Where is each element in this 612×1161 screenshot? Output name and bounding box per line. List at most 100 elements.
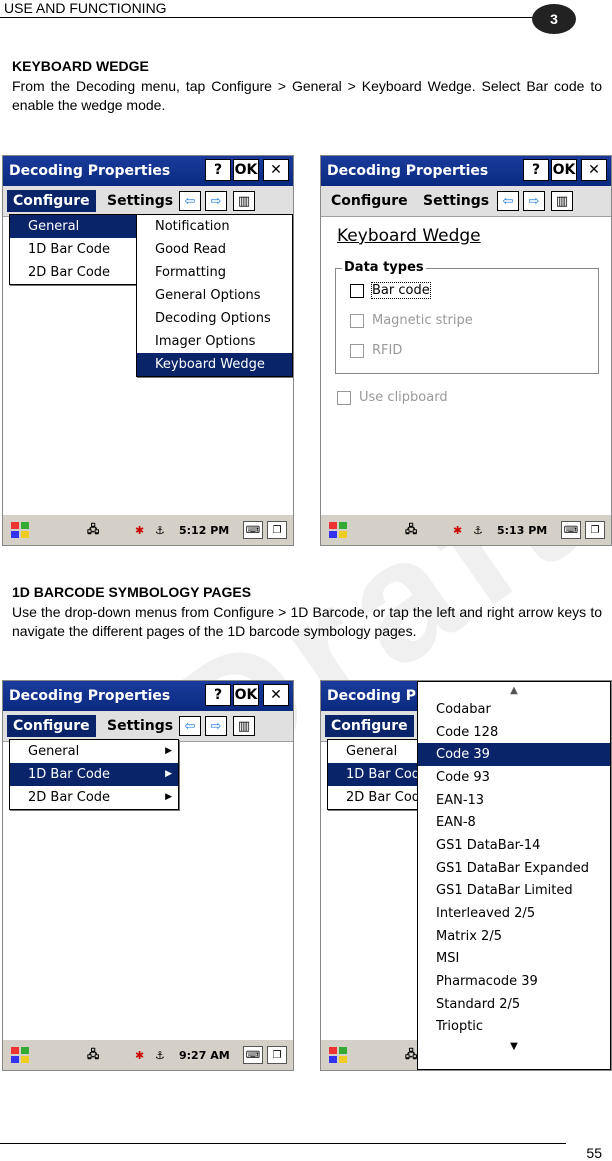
symbology-list: ▲ Codabar Code 128 Code 39 Code 93 EAN-13 EAN… — [417, 681, 611, 1070]
menu-item-keyboard-wedge[interactable]: Keyboard Wedge — [137, 353, 292, 376]
checkbox-rfid[interactable]: RFID — [350, 343, 402, 358]
page-heading: Keyboard Wedge — [337, 226, 481, 246]
checkbox-label: Use clipboard — [359, 390, 448, 405]
menu-item-general[interactable]: General — [10, 215, 138, 238]
symbology-item[interactable]: Code 93 — [418, 766, 610, 789]
symbology-item[interactable]: GS1 DataBar-14 — [418, 834, 610, 857]
network-icon: 🖧 — [87, 522, 100, 536]
checkbox-box[interactable] — [337, 390, 351, 405]
symbology-item[interactable]: Matrix 2/5 — [418, 925, 610, 948]
symbology-item[interactable]: GS1 DataBar Limited — [418, 880, 610, 903]
help-button[interactable]: ? — [205, 684, 231, 706]
input-panel-icon[interactable]: ⌨ — [243, 1046, 263, 1064]
windows-start-icon[interactable] — [327, 1044, 349, 1066]
symbology-item[interactable]: Code 39 — [418, 743, 610, 767]
clock-text[interactable]: 9:27 AM — [179, 1045, 230, 1065]
right-arrow-icon[interactable]: ⇨ — [205, 191, 227, 211]
close-button[interactable]: ✕ — [263, 684, 289, 706]
symbology-item[interactable]: Codabar — [418, 698, 610, 721]
window-title: Decoding Properties — [9, 688, 171, 704]
group-label: Data types — [342, 260, 426, 275]
checkbox-bar-code[interactable]: Bar code — [350, 282, 431, 299]
screen-configure-general-menu: Decoding Properties ? OK ✕ Configure Set… — [2, 155, 294, 546]
left-arrow-icon[interactable]: ⇦ — [497, 191, 519, 211]
configure-dropdown: General ▶ 1D Bar Code ▶ 2D Bar Code ▶ — [9, 739, 179, 810]
data-types-group: Data types Bar code Magnetic stripe RFID — [335, 260, 599, 374]
close-button[interactable]: ✕ — [581, 159, 607, 181]
menu-settings[interactable]: Settings — [101, 190, 179, 212]
menu-configure[interactable]: Configure — [325, 190, 414, 212]
menu-bar: Configure Settings ⇦ ⇨ ▥ — [321, 186, 611, 217]
menu-item-2d-bar-code[interactable]: 2D Bar Code ▶ — [10, 786, 178, 809]
configure-dropdown: General 1D Bar Code 2D Bar Code — [9, 214, 139, 285]
menu-item-good-read[interactable]: Good Read — [137, 238, 292, 261]
left-arrow-icon[interactable]: ⇦ — [179, 716, 201, 736]
clock-text[interactable]: 5:12 PM — [179, 520, 229, 540]
section-title-1d-barcode: 1D BARCODE SYMBOLOGY PAGES — [12, 584, 252, 600]
symbology-item[interactable]: Code 128 — [418, 721, 610, 744]
menu-item-1d-bar-code[interactable]: 1D Bar Code — [10, 238, 138, 261]
symbology-item[interactable]: EAN-8 — [418, 811, 610, 834]
input-panel-icon[interactable]: ⌨ — [561, 521, 581, 539]
symbology-item[interactable]: MSI — [418, 948, 610, 971]
window-switch-icon[interactable]: ❐ — [267, 1046, 287, 1064]
menu-bar: Configure Settings ⇦ ⇨ ▥ — [3, 186, 293, 217]
menu-configure[interactable]: Configure — [325, 715, 414, 737]
symbology-item[interactable]: Pharmacode 39 — [418, 970, 610, 993]
ok-button[interactable]: OK — [551, 159, 577, 181]
bluetooth-icon: ✱ — [135, 523, 145, 537]
close-button[interactable]: ✕ — [263, 159, 289, 181]
window-switch-icon[interactable]: ❐ — [267, 521, 287, 539]
checkbox-box[interactable] — [350, 343, 364, 358]
help-button[interactable]: ? — [205, 159, 231, 181]
ok-button[interactable]: OK — [233, 159, 259, 181]
right-arrow-icon[interactable]: ⇨ — [523, 191, 545, 211]
clock-text[interactable]: 5:13 PM — [497, 520, 547, 540]
menu-item-imager-options[interactable]: Imager Options — [137, 330, 292, 353]
menu-item-general-options[interactable]: General Options — [137, 284, 292, 307]
right-arrow-icon[interactable]: ⇨ — [205, 716, 227, 736]
keyboard-icon[interactable]: ▥ — [233, 191, 255, 211]
screen-1d-symbology-list: Decoding Pro Configure General 1D Bar Co… — [320, 680, 612, 1071]
menu-settings[interactable]: Settings — [417, 190, 495, 212]
windows-start-icon[interactable] — [327, 519, 349, 541]
keyboard-icon[interactable]: ▥ — [551, 191, 573, 211]
checkbox-use-clipboard[interactable]: Use clipboard — [337, 390, 448, 405]
menu-item-decoding-options[interactable]: Decoding Options — [137, 307, 292, 330]
menu-settings[interactable]: Settings — [101, 715, 179, 737]
scroll-down-icon[interactable]: ▼ — [418, 1038, 610, 1054]
keyboard-icon[interactable]: ▥ — [233, 716, 255, 736]
symbology-item[interactable]: EAN-13 — [418, 789, 610, 812]
window-switch-icon[interactable]: ❐ — [585, 521, 605, 539]
screen-keyboard-wedge: Decoding Properties ? OK ✕ Configure Set… — [320, 155, 612, 546]
symbology-item[interactable]: Interleaved 2/5 — [418, 902, 610, 925]
input-panel-icon[interactable]: ⌨ — [243, 521, 263, 539]
left-arrow-icon[interactable]: ⇦ — [179, 191, 201, 211]
taskbar: 🖧 ✱ ⚓ 9:27 AM ⌨ ❐ — [3, 1039, 293, 1070]
symbology-item[interactable]: Trioptic — [418, 1016, 610, 1039]
network-icon: 🖧 — [87, 1047, 100, 1061]
submenu-arrow-icon: ▶ — [165, 792, 172, 802]
menu-item-1d-bar-code[interactable]: 1D Bar Code ▶ — [10, 763, 178, 786]
scroll-up-icon[interactable]: ▲ — [418, 682, 610, 698]
chapter-badge: 3 — [532, 4, 576, 34]
menu-configure[interactable]: Configure — [7, 715, 96, 737]
menu-configure[interactable]: Configure — [7, 190, 96, 212]
submenu-arrow-icon: ▶ — [165, 769, 172, 779]
symbology-item[interactable]: GS1 DataBar Expanded — [418, 857, 610, 880]
windows-start-icon[interactable] — [9, 519, 31, 541]
menu-item-2d-bar-code[interactable]: 2D Bar Code — [10, 261, 138, 284]
menu-item-general[interactable]: General ▶ — [10, 740, 178, 763]
ok-button[interactable]: OK — [233, 684, 259, 706]
checkbox-box[interactable] — [350, 283, 364, 298]
header-title: USE AND FUNCTIONING — [4, 0, 167, 16]
symbology-item[interactable]: Standard 2/5 — [418, 993, 610, 1016]
title-bar: Decoding Properties ? OK ✕ — [3, 156, 293, 186]
checkbox-box[interactable] — [350, 313, 364, 328]
usb-icon: ⚓ — [473, 523, 483, 537]
menu-item-formatting[interactable]: Formatting — [137, 261, 292, 284]
help-button[interactable]: ? — [523, 159, 549, 181]
windows-start-icon[interactable] — [9, 1044, 31, 1066]
checkbox-magnetic-stripe[interactable]: Magnetic stripe — [350, 313, 473, 328]
menu-item-notification[interactable]: Notification — [137, 215, 292, 238]
